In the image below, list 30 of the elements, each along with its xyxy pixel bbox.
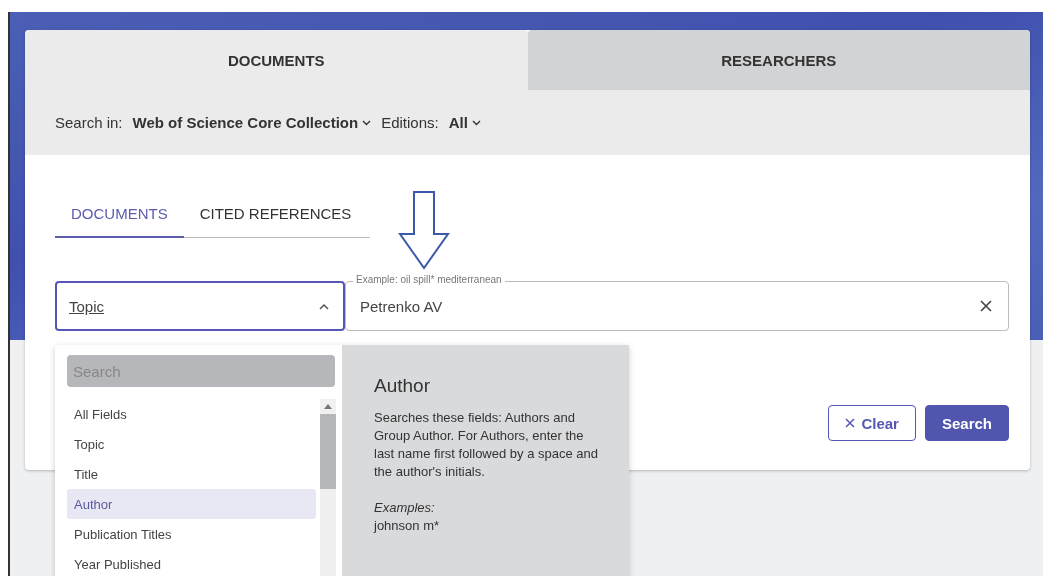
query-field-label: Example: oil spill* mediterranean — [353, 274, 505, 286]
scrollbar[interactable] — [320, 399, 336, 576]
scroll-up-icon[interactable] — [324, 404, 332, 409]
tab[interactable]: RESEARCHERS — [527, 30, 1030, 90]
editions-label: Editions: — [381, 114, 439, 131]
down-arrow-icon — [398, 190, 450, 270]
field-option[interactable]: All Fields — [67, 399, 316, 429]
tab[interactable]: DOCUMENTS — [25, 30, 528, 90]
help-text: Searches these fields: Authors and Group Author. For Authors, enter the last name first followed by a space and the author's initials. — [374, 409, 599, 481]
close-icon — [845, 418, 856, 428]
editions-dropdown[interactable]: All — [448, 114, 481, 131]
chevron-down-icon — [471, 119, 481, 126]
sub-tab[interactable]: CITED REFERENCES — [183, 195, 368, 238]
clear-button[interactable]: Clear — [828, 405, 916, 441]
search-in-label: Search in: — [55, 114, 123, 131]
help-title: Author — [374, 377, 431, 395]
sub-tab[interactable]: DOCUMENTS — [55, 195, 184, 238]
field-option[interactable]: Topic — [67, 429, 316, 459]
close-icon[interactable] — [979, 299, 993, 313]
field-option[interactable]: Author — [67, 489, 316, 519]
field-option[interactable]: Title — [67, 459, 316, 489]
field-option[interactable]: Year Published — [67, 549, 316, 576]
field-option[interactable]: Publication Titles — [67, 519, 316, 549]
example-text: johnson m* — [374, 518, 440, 533]
field-select[interactable]: Topic — [55, 281, 345, 331]
search-button[interactable]: Search — [924, 405, 1009, 441]
collection-dropdown[interactable]: Web of Science Core Collection — [132, 114, 372, 131]
chevron-down-icon — [362, 119, 372, 126]
caret-icon — [319, 302, 329, 310]
examples-label: Examples: — [374, 499, 436, 517]
